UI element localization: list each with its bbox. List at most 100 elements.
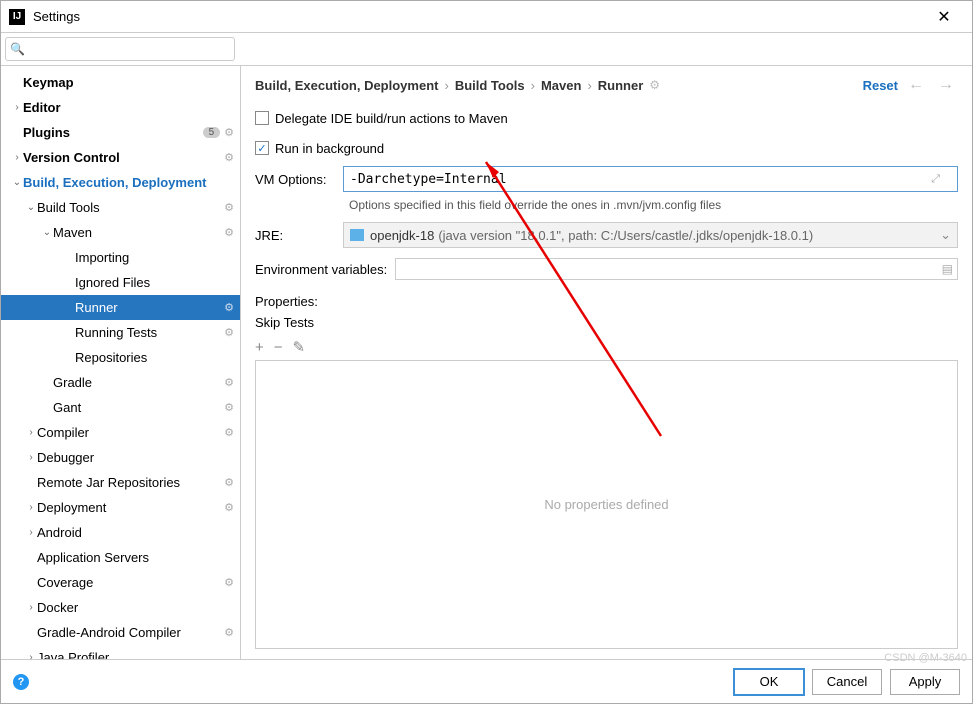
background-label: Run in background [275,141,384,156]
tree-arrow-icon: › [25,502,37,513]
expand-icon[interactable]: ⤢ [931,173,940,186]
tree-item-ignored-files[interactable]: Ignored Files [1,270,240,295]
tree-label: Runner [75,300,224,315]
tree-item-keymap[interactable]: Keymap [1,70,240,95]
tree-item-build-execution-deployment[interactable]: ⌄Build, Execution, Deployment [1,170,240,195]
tree-item-version-control[interactable]: ›Version Control⚙ [1,145,240,170]
tree-label: Repositories [75,350,234,365]
tree-item-gradle[interactable]: Gradle⚙ [1,370,240,395]
tree-item-coverage[interactable]: Coverage⚙ [1,570,240,595]
help-icon[interactable]: ? [13,674,29,690]
tree-label: Compiler [37,425,224,440]
delegate-label: Delegate IDE build/run actions to Maven [275,111,508,126]
gear-icon: ⚙ [224,626,234,639]
remove-icon[interactable]: − [274,339,283,356]
tree-arrow-icon: › [25,652,37,659]
properties-label: Properties: [255,294,958,309]
cancel-button[interactable]: Cancel [812,669,882,695]
tree-item-build-tools[interactable]: ⌄Build Tools⚙ [1,195,240,220]
jre-label: JRE: [255,228,343,243]
tree-label: Build Tools [37,200,224,215]
jre-dropdown[interactable]: openjdk-18 (java version "18.0.1", path:… [343,222,958,248]
crumb-1[interactable]: Build Tools [455,78,525,93]
skip-tests-row[interactable]: Skip Tests [255,315,958,330]
vm-options-hint: Options specified in this field override… [349,198,958,212]
delegate-checkbox[interactable] [255,111,269,125]
dialog-footer: ? OK Cancel Apply [1,659,972,703]
forward-icon[interactable]: → [934,76,958,94]
tree-item-application-servers[interactable]: Application Servers [1,545,240,570]
back-icon[interactable]: ← [904,76,928,94]
edit-icon[interactable]: ✎ [293,338,306,356]
properties-empty: No properties defined [544,497,668,512]
tree-item-android[interactable]: ›Android [1,520,240,545]
env-variables-input[interactable]: ▤ [395,258,958,280]
tree-item-java-profiler[interactable]: ›Java Profiler [1,645,240,659]
search-icon: 🔍 [10,42,25,56]
properties-table[interactable]: No properties defined [255,360,958,649]
crumb-2[interactable]: Maven [541,78,581,93]
tree-arrow-icon: › [25,527,37,538]
gear-icon: ⚙ [224,151,234,164]
tree-item-running-tests[interactable]: Running Tests⚙ [1,320,240,345]
reset-link[interactable]: Reset [863,78,898,93]
gear-icon: ⚙ [224,426,234,439]
tree-item-compiler[interactable]: ›Compiler⚙ [1,420,240,445]
search-input[interactable] [27,41,230,57]
breadcrumb: Build, Execution, Deployment › Build Too… [255,76,958,94]
tree-label: Ignored Files [75,275,234,290]
ok-button[interactable]: OK [734,669,804,695]
tree-label: Coverage [37,575,224,590]
tree-item-plugins[interactable]: Plugins5⚙ [1,120,240,145]
tree-item-importing[interactable]: Importing [1,245,240,270]
tree-label: Keymap [23,75,234,90]
tree-label: Android [37,525,234,540]
apply-button[interactable]: Apply [890,669,960,695]
tree-item-gradle-android-compiler[interactable]: Gradle-Android Compiler⚙ [1,620,240,645]
tree-item-debugger[interactable]: ›Debugger [1,445,240,470]
settings-tree[interactable]: Keymap›EditorPlugins5⚙›Version Control⚙⌄… [1,66,241,659]
tree-item-editor[interactable]: ›Editor [1,95,240,120]
gear-icon: ⚙ [224,376,234,389]
tree-item-docker[interactable]: ›Docker [1,595,240,620]
add-icon[interactable]: + [255,339,264,356]
tree-arrow-icon: ⌄ [25,202,37,213]
tree-item-remote-jar-repositories[interactable]: Remote Jar Repositories⚙ [1,470,240,495]
gear-icon: ⚙ [224,201,234,214]
gear-icon: ⚙ [224,301,234,314]
app-icon: IJ [9,9,25,25]
tree-arrow-icon: › [25,427,37,438]
tree-item-gant[interactable]: Gant⚙ [1,395,240,420]
tree-item-runner[interactable]: Runner⚙ [1,295,240,320]
close-icon[interactable]: ✕ [924,7,964,27]
search-box[interactable]: 🔍 [5,37,235,61]
skip-tests-label: Skip Tests [255,315,314,330]
count-badge: 5 [203,127,221,138]
vm-options-input[interactable] [343,166,958,192]
gear-icon: ⚙ [224,226,234,239]
gear-icon: ⚙ [224,476,234,489]
gear-icon: ⚙ [224,576,234,589]
tree-item-deployment[interactable]: ›Deployment⚙ [1,495,240,520]
list-icon[interactable]: ▤ [942,262,953,276]
chevron-right-icon: › [531,78,535,93]
background-row[interactable]: ✓ Run in background [255,136,958,160]
tree-label: Importing [75,250,234,265]
background-checkbox[interactable]: ✓ [255,141,269,155]
tree-arrow-icon: › [11,102,23,113]
delegate-row[interactable]: Delegate IDE build/run actions to Maven [255,106,958,130]
tree-item-maven[interactable]: ⌄Maven⚙ [1,220,240,245]
crumb-0[interactable]: Build, Execution, Deployment [255,78,438,93]
vm-options-label: VM Options: [255,172,343,187]
tree-label: Java Profiler [37,650,234,659]
tree-label: Remote Jar Repositories [37,475,224,490]
tree-item-repositories[interactable]: Repositories [1,345,240,370]
chevron-right-icon: › [587,78,591,93]
gear-icon: ⚙ [224,401,234,414]
tree-label: Docker [37,600,234,615]
tree-label: Gradle-Android Compiler [37,625,224,640]
search-row: 🔍 [1,33,972,66]
env-label: Environment variables: [255,262,395,277]
properties-toolbar: + − ✎ [255,334,958,360]
chevron-down-icon: ⌄ [940,227,951,243]
